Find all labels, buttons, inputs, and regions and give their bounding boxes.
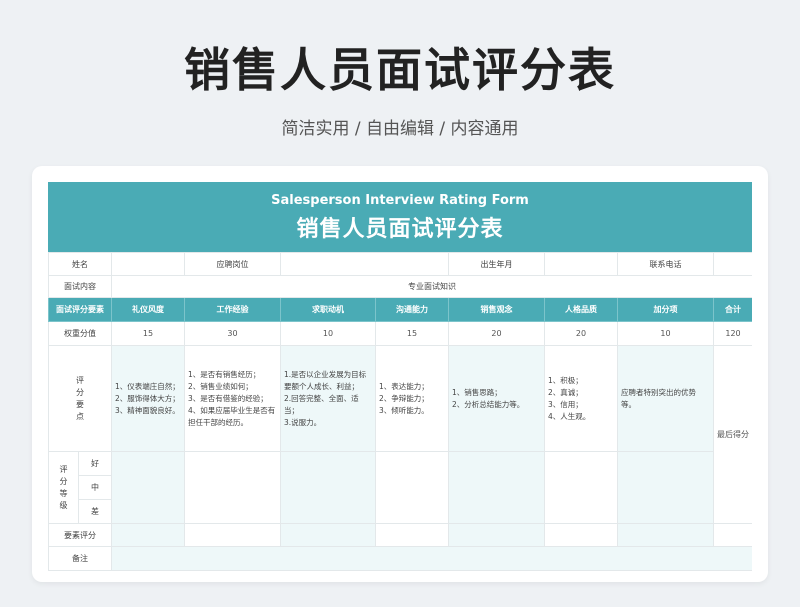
remark-row: 备注 <box>48 546 752 571</box>
info-row: 姓名 应聘岗位 出生年月 联系电话 <box>48 252 752 276</box>
element-score-row: 要素评分 <box>48 523 752 547</box>
content-row: 面试内容 专业面试知识 <box>48 275 752 298</box>
points-row: 评 分 要 点 1、仪表端庄自然； 2、服饰得体大方； 3、精神面貌良好。 1、… <box>48 345 752 524</box>
grade-poor-label: 差 <box>78 499 112 524</box>
header-col-motivation: 求职动机 <box>280 297 376 322</box>
points-cell-sales-concept[interactable]: 1、销售思路； 2、分析总结能力等。 <box>448 345 545 452</box>
points-cell-bonus[interactable]: 应聘者特别突出的优势等。 <box>617 345 714 452</box>
grade-medium-label: 中 <box>78 475 112 500</box>
score-cell[interactable] <box>713 523 752 547</box>
weight-value: 10 <box>617 321 714 346</box>
points-label: 评 分 要 点 <box>48 345 112 452</box>
weight-value: 20 <box>544 321 618 346</box>
name-label: 姓名 <box>48 252 112 276</box>
phone-label: 联系电话 <box>617 252 714 276</box>
header-col-total: 合计 <box>713 297 752 322</box>
weight-value: 20 <box>448 321 545 346</box>
position-value[interactable] <box>280 252 449 276</box>
element-score-label: 要素评分 <box>48 523 112 547</box>
grade-cell[interactable] <box>544 451 618 524</box>
header-col-communication: 沟通能力 <box>375 297 449 322</box>
points-cell-etiquette[interactable]: 1、仪表端庄自然； 2、服饰得体大方； 3、精神面貌良好。 <box>111 345 185 452</box>
header-row: 面试评分要素 礼仪风度 工作经验 求职动机 沟通能力 销售观念 人格品质 加分项… <box>48 297 752 322</box>
weight-label: 权重分值 <box>48 321 112 346</box>
grade-label: 评 分 等 级 <box>48 451 79 524</box>
weight-value: 30 <box>184 321 281 346</box>
grade-row-good: 评 分 等 级 好 <box>48 451 753 524</box>
score-cell[interactable] <box>184 523 281 547</box>
remark-label: 备注 <box>48 546 112 571</box>
weight-value: 15 <box>375 321 449 346</box>
header-element-label: 面试评分要素 <box>48 297 112 322</box>
grade-cell[interactable] <box>184 451 281 524</box>
birth-value[interactable] <box>544 252 618 276</box>
form-banner: Salesperson Interview Rating Form 销售人员面试… <box>48 182 752 252</box>
grade-cell[interactable] <box>448 451 545 524</box>
rating-table: 姓名 应聘岗位 出生年月 联系电话 面试内容 专业面试知识 面试评分要素 礼仪风… <box>48 252 752 571</box>
weight-value: 15 <box>111 321 185 346</box>
rating-sheet: Salesperson Interview Rating Form 销售人员面试… <box>48 182 752 572</box>
points-cell-experience[interactable]: 1、是否有销售经历； 2、销售业绩如何； 3、是否有借鉴的经验； 4、如果应届毕… <box>184 345 281 452</box>
content-value[interactable]: 专业面试知识 <box>111 275 752 298</box>
page-subtitle: 简洁实用 / 自由编辑 / 内容通用 <box>281 119 519 139</box>
name-value[interactable] <box>111 252 185 276</box>
page-title: 销售人员面试评分表 <box>184 43 616 97</box>
content-label: 面试内容 <box>48 275 112 298</box>
header-col-bonus: 加分项 <box>617 297 714 322</box>
score-cell[interactable] <box>280 523 376 547</box>
score-cell[interactable] <box>617 523 714 547</box>
score-cell[interactable] <box>111 523 185 547</box>
form-card: Salesperson Interview Rating Form 销售人员面试… <box>32 166 768 582</box>
header-col-etiquette: 礼仪风度 <box>111 297 185 322</box>
birth-label: 出生年月 <box>448 252 545 276</box>
header-col-character: 人格品质 <box>544 297 618 322</box>
header-col-sales-concept: 销售观念 <box>448 297 545 322</box>
points-cell-character[interactable]: 1、积极； 2、真诚； 3、信用； 4、人生观。 <box>544 345 618 452</box>
position-label: 应聘岗位 <box>184 252 281 276</box>
score-cell[interactable] <box>375 523 449 547</box>
points-cell-motivation[interactable]: 1.是否以企业发展为目标要额个人成长、利益； 2.回答完整、全面、适当； 3.说… <box>280 345 376 452</box>
remark-value[interactable] <box>111 546 752 571</box>
grade-cell[interactable] <box>375 451 449 524</box>
phone-value[interactable] <box>713 252 752 276</box>
grade-cell[interactable] <box>617 451 714 524</box>
points-cell-communication[interactable]: 1、表达能力； 2、争辩能力； 3、倾听能力。 <box>375 345 449 452</box>
form-title-zh: 销售人员面试评分表 <box>296 217 504 242</box>
header-col-experience: 工作经验 <box>184 297 281 322</box>
final-score-label: 最后得分 <box>713 345 752 524</box>
weight-row: 权重分值 15 30 10 15 20 20 10 120 <box>48 321 752 346</box>
form-title-en: Salesperson Interview Rating Form <box>271 193 529 208</box>
weight-total: 120 <box>713 321 752 346</box>
grade-cell[interactable] <box>280 451 376 524</box>
weight-value: 10 <box>280 321 376 346</box>
score-cell[interactable] <box>448 523 545 547</box>
grade-cell[interactable] <box>111 451 185 524</box>
score-cell[interactable] <box>544 523 618 547</box>
grade-good-label: 好 <box>78 451 112 476</box>
